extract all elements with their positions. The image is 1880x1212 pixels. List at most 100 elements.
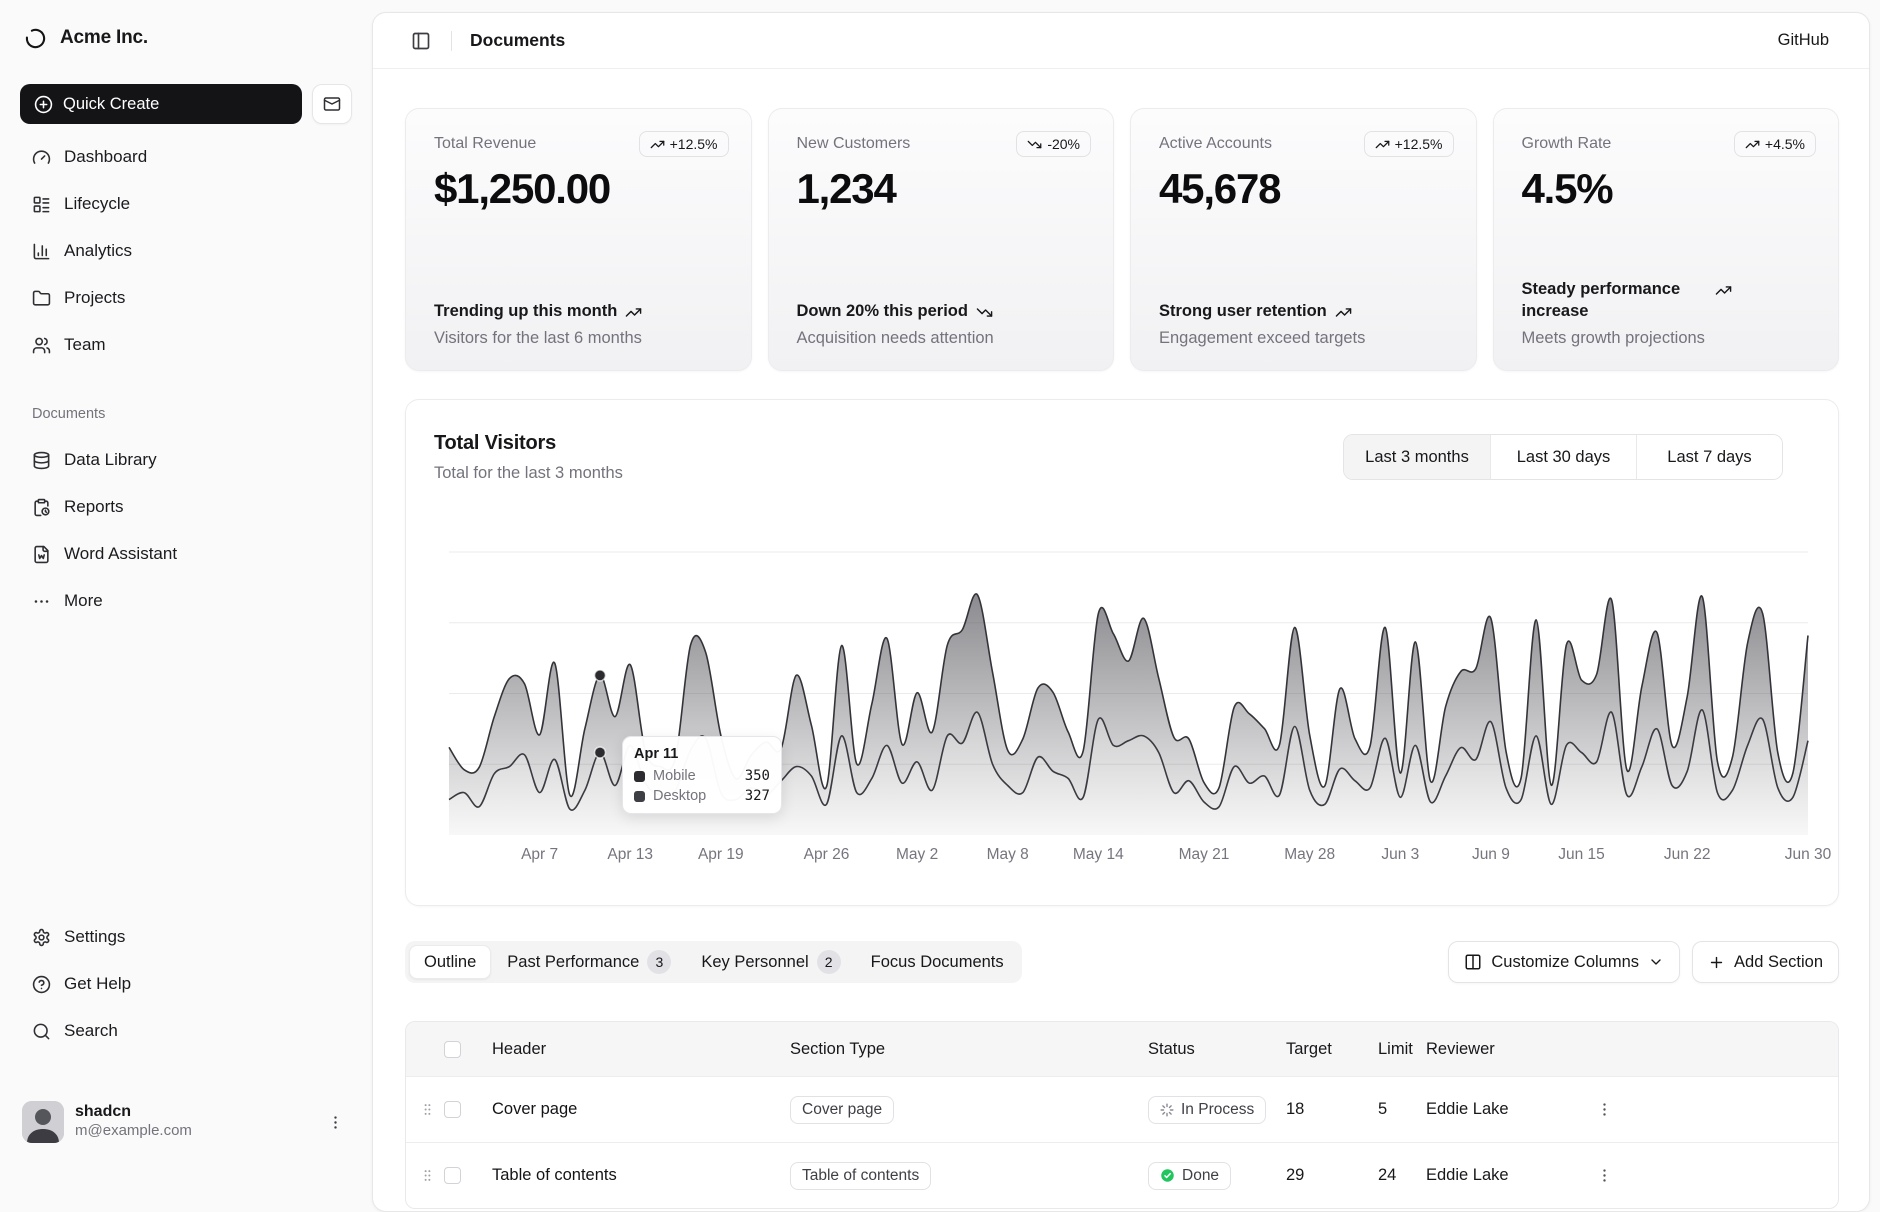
reviewer-cell[interactable]: Eddie Lake	[1412, 1166, 1584, 1185]
add-section-label: Add Section	[1734, 953, 1823, 972]
sidebar-docs-nav: Data Library Reports Word Assistant More	[20, 441, 352, 620]
columns-icon	[1464, 953, 1482, 971]
panel-left-icon	[411, 31, 431, 51]
reviewer-cell[interactable]: Eddie Lake	[1412, 1100, 1584, 1119]
row-menu-button[interactable]	[1590, 1095, 1619, 1124]
avatar	[22, 1101, 64, 1143]
sidebar-item-get-help[interactable]: Get Help	[20, 965, 352, 1003]
target-cell[interactable]: 29	[1272, 1166, 1364, 1185]
page-title: Documents	[470, 30, 565, 51]
tab-label: Focus Documents	[871, 953, 1004, 972]
stat-badge: +4.5%	[1734, 131, 1816, 157]
column-header: Section Type	[772, 1040, 1130, 1059]
sidebar-section-documents: Documents	[20, 402, 352, 426]
x-axis-tick: Apr 19	[698, 846, 744, 863]
row-header-cell[interactable]: Cover page	[478, 1100, 772, 1119]
row-checkbox[interactable]	[444, 1167, 461, 1184]
select-all-checkbox[interactable]	[444, 1041, 461, 1058]
tab-label: Key Personnel	[701, 953, 808, 972]
stat-card-total-revenue: Total Revenue +12.5% $1,250.00 Trending …	[405, 108, 752, 371]
dots-vertical-icon	[327, 1114, 344, 1131]
sidebar-item-more[interactable]: More	[20, 582, 352, 620]
x-axis-tick: Apr 7	[521, 846, 558, 863]
github-link[interactable]: GitHub	[1778, 31, 1829, 50]
row-header-cell[interactable]: Table of contents	[478, 1166, 772, 1185]
ellipsis-icon	[32, 592, 51, 611]
stat-trend-text: Trending up this month	[434, 301, 617, 322]
section-type-label: Table of contents	[802, 1167, 919, 1185]
sidebar-item-search[interactable]: Search	[20, 1012, 352, 1050]
status-label: Done	[1182, 1167, 1219, 1185]
plus-circle-icon	[34, 95, 53, 114]
drag-handle-icon[interactable]	[420, 1168, 444, 1183]
sidebar-item-lifecycle[interactable]: Lifecycle	[20, 185, 352, 223]
sidebar-item-label: Reports	[64, 497, 124, 517]
column-header: Target	[1272, 1040, 1364, 1059]
x-axis-tick: Apr 13	[607, 846, 653, 863]
sidebar-item-reports[interactable]: Reports	[20, 488, 352, 526]
mail-button[interactable]	[312, 84, 352, 124]
section-tabs: Outline Past Performance3 Key Personnel2…	[405, 941, 1022, 983]
table-row[interactable]: Cover page Cover page In Process 18 5 Ed…	[406, 1076, 1838, 1142]
sidebar: Acme Inc. Quick Create Dashboard Lifecyc…	[0, 0, 364, 1175]
mail-icon	[323, 95, 341, 113]
table-row[interactable]: Table of contents Table of contents Done…	[406, 1142, 1838, 1208]
trending-down-icon	[976, 304, 993, 321]
table-toolbar: Customize Columns Add Section	[1448, 941, 1839, 983]
brand-name: Acme Inc.	[60, 27, 148, 49]
section-type-label: Cover page	[802, 1101, 882, 1119]
add-section-button[interactable]: Add Section	[1692, 941, 1839, 983]
tab-key-personnel[interactable]: Key Personnel2	[687, 945, 854, 979]
quick-create-button[interactable]: Quick Create	[20, 84, 302, 124]
stat-badge: +12.5%	[639, 131, 729, 157]
x-axis-tick: Jun 3	[1381, 846, 1419, 863]
target-cell[interactable]: 18	[1272, 1100, 1364, 1119]
main-panel: Documents GitHub Total Revenue +12.5% $1…	[372, 12, 1870, 1212]
stat-subtext: Visitors for the last 6 months	[434, 329, 725, 348]
gauge-icon	[32, 148, 51, 167]
customize-columns-button[interactable]: Customize Columns	[1448, 941, 1680, 983]
x-axis-tick: Jun 22	[1664, 846, 1711, 863]
stat-value: 45,678	[1159, 165, 1450, 213]
x-axis-tick: Jun 9	[1472, 846, 1510, 863]
stat-trend-text: Steady performance increase	[1522, 279, 1707, 322]
logo-icon	[24, 27, 47, 50]
sidebar-item-label: Dashboard	[64, 147, 147, 167]
stat-badge: -20%	[1016, 131, 1091, 157]
drag-handle-icon[interactable]	[420, 1102, 444, 1117]
visitors-area-chart[interactable]: Apr 7Apr 13Apr 19Apr 26May 2May 8May 14M…	[406, 400, 1840, 907]
dots-vertical-icon	[1596, 1101, 1613, 1118]
stat-badge-value: +12.5%	[1395, 136, 1443, 152]
plus-icon	[1708, 954, 1725, 971]
tab-outline[interactable]: Outline	[409, 945, 491, 979]
row-checkbox[interactable]	[444, 1101, 461, 1118]
stat-trend-text: Down 20% this period	[797, 301, 968, 322]
gear-icon	[32, 928, 51, 947]
sidebar-item-analytics[interactable]: Analytics	[20, 232, 352, 270]
limit-cell[interactable]: 5	[1364, 1100, 1412, 1119]
trending-up-icon	[1715, 282, 1732, 299]
stat-card-new-customers: New Customers -20% 1,234 Down 20% this p…	[768, 108, 1115, 371]
sidebar-item-label: Get Help	[64, 974, 131, 994]
sidebar-toggle-button[interactable]	[407, 27, 435, 55]
sidebar-item-settings[interactable]: Settings	[20, 918, 352, 956]
x-axis-tick: May 21	[1179, 846, 1230, 863]
stat-footer: Down 20% this period Acquisition needs a…	[797, 301, 1088, 348]
sidebar-item-label: Analytics	[64, 241, 132, 261]
tab-focus-documents[interactable]: Focus Documents	[857, 945, 1018, 979]
sidebar-item-data-library[interactable]: Data Library	[20, 441, 352, 479]
sidebar-item-dashboard[interactable]: Dashboard	[20, 138, 352, 176]
sidebar-item-word-assistant[interactable]: Word Assistant	[20, 535, 352, 573]
stat-subtext: Engagement exceed targets	[1159, 329, 1450, 348]
x-axis-tick: May 2	[896, 846, 938, 863]
user-menu[interactable]: shadcn m@example.com	[20, 1096, 352, 1148]
sidebar-item-projects[interactable]: Projects	[20, 279, 352, 317]
dots-vertical-icon	[1596, 1167, 1613, 1184]
trending-up-icon	[650, 137, 665, 152]
visitors-chart-card: Total Visitors Total for the last 3 mont…	[405, 399, 1839, 906]
brand[interactable]: Acme Inc.	[20, 20, 352, 56]
row-menu-button[interactable]	[1590, 1161, 1619, 1190]
tab-past-performance[interactable]: Past Performance3	[493, 945, 685, 979]
limit-cell[interactable]: 24	[1364, 1166, 1412, 1185]
sidebar-item-team[interactable]: Team	[20, 326, 352, 364]
